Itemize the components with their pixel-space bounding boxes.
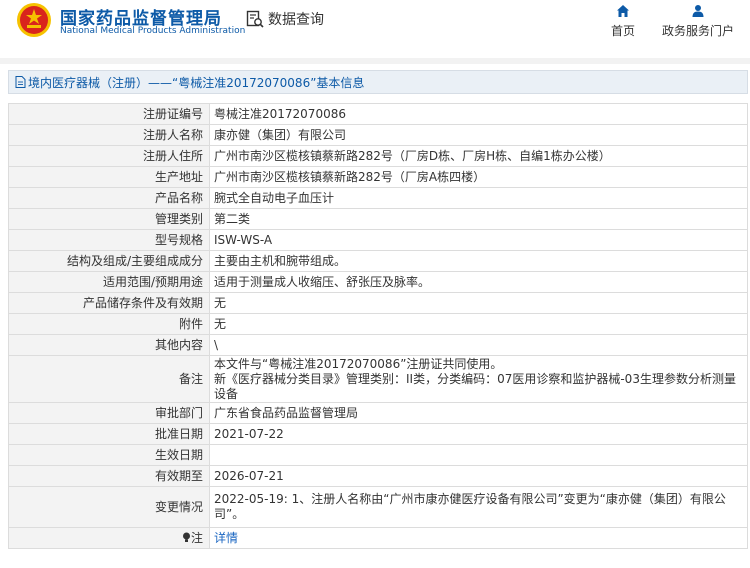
field-label: 注册人住所 (8, 145, 210, 167)
field-value: 2022-05-19: 1、注册人名称由“广州市康亦健医疗设备有限公司”变更为“… (209, 486, 748, 528)
table-row: 变更情况 2022-05-19: 1、注册人名称由“广州市康亦健医疗设备有限公司… (8, 486, 748, 528)
field-label: 产品储存条件及有效期 (8, 292, 210, 314)
table-row: 批准日期 2021-07-22 (8, 423, 748, 445)
field-label: 产品名称 (8, 187, 210, 209)
field-value: 广州市南沙区榄核镇蔡新路282号（厂房D栋、厂房H栋、自编1栋办公楼） (209, 145, 748, 167)
field-value: 详情 (209, 527, 748, 549)
nav-home[interactable]: 首页 (608, 4, 638, 39)
lightbulb-icon (182, 532, 190, 542)
field-value: 腕式全自动电子血压计 (209, 187, 748, 209)
field-label: 其他内容 (8, 334, 210, 356)
data-query-label: 数据查询 (268, 12, 324, 28)
field-value: 无 (209, 292, 748, 314)
table-row: 备注 本文件与“粤械注准20172070086”注册证共同使用。 新《医疗器械分… (8, 355, 748, 403)
table-row: 型号规格 ISW-WS-A (8, 229, 748, 251)
table-row: 审批部门 广东省食品药品监督管理局 (8, 402, 748, 424)
breadcrumb-text: 境内医疗器械（注册）——“粤械注准20172070086”基本信息 (28, 75, 365, 90)
table-row: 产品名称 腕式全自动电子血压计 (8, 187, 748, 209)
table-row: 注册证编号 粤械注准20172070086 (8, 103, 748, 125)
data-query-link[interactable]: 数据查询 (246, 8, 324, 30)
table-row: 注 详情 (8, 527, 748, 549)
field-value: 广州市南沙区榄核镇蔡新路282号（厂房A栋四楼） (209, 166, 748, 188)
remark-line: 新《医疗器械分类目录》管理类别：II类，分类编码：07医用诊察和监护器械-03生… (214, 371, 736, 401)
table-row: 产品储存条件及有效期 无 (8, 292, 748, 314)
field-label: 管理类别 (8, 208, 210, 230)
field-value: 粤械注准20172070086 (209, 103, 748, 125)
field-value: 2026-07-21 (209, 465, 748, 487)
site-header: 国家药品监督管理局 National Medical Products Admi… (0, 0, 750, 58)
field-value: 主要由主机和腕带组成。 (209, 250, 748, 272)
field-value: ISW-WS-A (209, 229, 748, 251)
field-label: 生产地址 (8, 166, 210, 188)
header-divider (0, 58, 750, 64)
note-label-cell: 注 (8, 527, 210, 549)
field-label: 变更情况 (8, 486, 210, 528)
field-value: 第二类 (209, 208, 748, 230)
field-value: 适用于测量成人收缩压、舒张压及脉率。 (209, 271, 748, 293)
field-value: \ (209, 334, 748, 356)
field-label: 附件 (8, 313, 210, 335)
nav-home-label: 首页 (610, 24, 635, 38)
table-row: 注册人名称 康亦健（集团）有限公司 (8, 124, 748, 146)
field-value: 广东省食品药品监督管理局 (209, 402, 748, 424)
field-value: 康亦健（集团）有限公司 (209, 124, 748, 146)
table-row: 结构及组成/主要组成成分 主要由主机和腕带组成。 (8, 250, 748, 272)
field-label: 生效日期 (8, 444, 210, 466)
table-row: 其他内容 \ (8, 334, 748, 356)
field-label: 有效期至 (8, 465, 210, 487)
table-row: 注册人住所 广州市南沙区榄核镇蔡新路282号（厂房D栋、厂房H栋、自编1栋办公楼… (8, 145, 748, 167)
registration-info-table: 注册证编号 粤械注准20172070086 注册人名称 康亦健（集团）有限公司 … (8, 103, 748, 549)
field-label: 型号规格 (8, 229, 210, 251)
field-label: 注册证编号 (8, 103, 210, 125)
nav-gov-portal[interactable]: 政务服务门户 (660, 4, 736, 39)
home-icon (617, 5, 629, 17)
breadcrumb: 境内医疗器械（注册）——“粤械注准20172070086”基本信息 (8, 70, 748, 94)
field-value: 2021-07-22 (209, 423, 748, 445)
field-label: 注 (190, 530, 203, 545)
national-emblem-icon (17, 3, 51, 37)
field-label: 注册人名称 (8, 124, 210, 146)
table-row: 生产地址 广州市南沙区榄核镇蔡新路282号（厂房A栋四楼） (8, 166, 748, 188)
table-row: 有效期至 2026-07-21 (8, 465, 748, 487)
field-label: 备注 (8, 355, 210, 403)
field-label: 适用范围/预期用途 (8, 271, 210, 293)
table-row: 附件 无 (8, 313, 748, 335)
user-icon (692, 5, 704, 17)
field-value: 本文件与“粤械注准20172070086”注册证共同使用。 新《医疗器械分类目录… (209, 355, 748, 403)
document-icon (15, 76, 26, 88)
field-value (209, 444, 748, 466)
remark-line: 本文件与“粤械注准20172070086”注册证共同使用。 (214, 356, 503, 371)
site-title-en: National Medical Products Administration (60, 26, 246, 36)
table-row: 管理类别 第二类 (8, 208, 748, 230)
table-row: 生效日期 (8, 444, 748, 466)
field-label: 批准日期 (8, 423, 210, 445)
field-value: 无 (209, 313, 748, 335)
table-row: 适用范围/预期用途 适用于测量成人收缩压、舒张压及脉率。 (8, 271, 748, 293)
field-label: 结构及组成/主要组成成分 (8, 250, 210, 272)
field-label: 审批部门 (8, 402, 210, 424)
data-query-icon (246, 10, 264, 28)
details-link[interactable]: 详情 (214, 531, 238, 545)
nav-gov-portal-label: 政务服务门户 (661, 24, 734, 38)
